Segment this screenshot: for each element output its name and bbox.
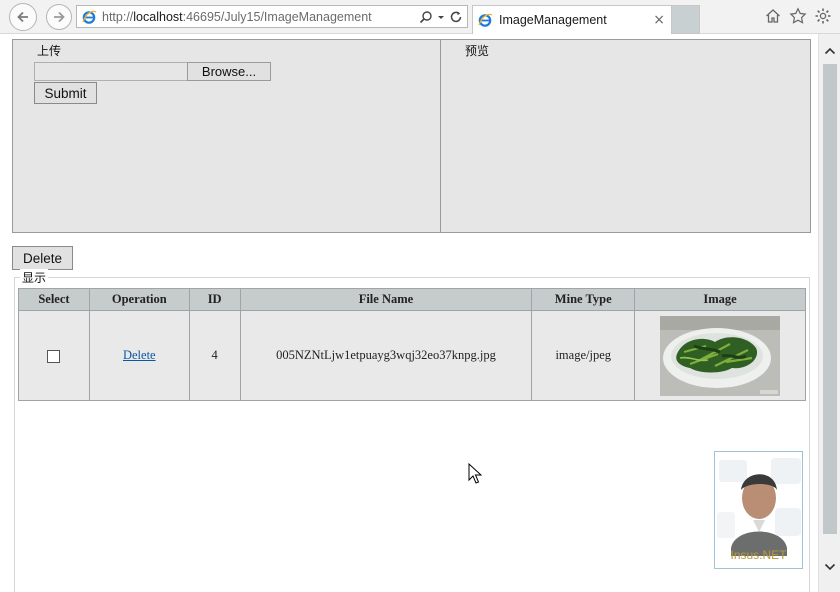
url-text[interactable]: http://localhost:46695/July15/ImageManag… (102, 10, 372, 24)
column-header-select: Select (18, 288, 90, 311)
column-header-image: Image (634, 288, 806, 311)
table-row: Delete 4 005NZNtLjw1etpuayg3wqj32eo37knp… (18, 310, 806, 401)
vertical-scrollbar[interactable] (818, 34, 840, 592)
scrollbar-thumb[interactable] (823, 64, 837, 534)
file-path-field[interactable] (34, 62, 187, 81)
gear-icon[interactable] (813, 6, 832, 25)
upload-panel-title: 上传 (37, 44, 62, 58)
home-icon[interactable] (763, 6, 782, 25)
dropdown-icon[interactable] (437, 10, 445, 24)
back-arrow-icon (17, 11, 28, 23)
operation-cell: Delete (88, 310, 190, 401)
image-grid: Select Operation ID File Name Mine Type … (18, 288, 806, 401)
scroll-down-icon[interactable] (819, 556, 840, 578)
search-icon[interactable] (419, 10, 433, 24)
preview-panel: 预览 (440, 39, 811, 233)
preview-panel-title: 预览 (465, 44, 490, 58)
display-section-title: 显示 (20, 269, 49, 286)
grid-header-row: Select Operation ID File Name Mine Type … (18, 288, 806, 311)
tab-title: ImageManagement (499, 13, 607, 27)
file-input[interactable]: Browse... (34, 62, 271, 81)
watermark-badge: Insus.NET (714, 451, 803, 569)
plate-of-greens-thumbnail (660, 315, 781, 396)
ie-logo-icon (478, 13, 493, 27)
refresh-icon[interactable] (449, 10, 463, 24)
row-delete-link[interactable]: Delete (123, 348, 156, 362)
upload-panel: 上传 Browse... Submit (12, 39, 441, 233)
back-button[interactable] (9, 3, 37, 31)
mouse-cursor-icon (468, 463, 482, 484)
browse-button[interactable]: Browse... (187, 62, 271, 81)
browser-chrome: http://localhost:46695/July15/ImageManag… (0, 0, 840, 34)
delete-button[interactable]: Delete (12, 246, 73, 270)
id-cell: 4 (188, 310, 241, 401)
scroll-up-icon[interactable] (819, 40, 840, 62)
file-name-cell: 005NZNtLjw1etpuayg3wqj32eo37knpg.jpg (239, 310, 533, 401)
star-icon[interactable] (788, 6, 807, 25)
forward-button[interactable] (46, 4, 72, 30)
column-header-mime-type: Mine Type (531, 288, 636, 311)
column-header-id: ID (188, 288, 241, 311)
row-select-checkbox[interactable] (47, 349, 61, 363)
select-cell (18, 310, 90, 401)
watermark-label: Insus.NET (730, 548, 787, 562)
ie-logo-icon (82, 10, 97, 24)
close-tab-icon[interactable]: × (653, 12, 665, 28)
submit-button[interactable]: Submit (34, 82, 97, 104)
image-cell (634, 310, 806, 401)
column-header-file-name: File Name (239, 288, 533, 311)
address-bar[interactable]: http://localhost:46695/July15/ImageManag… (76, 5, 468, 28)
new-tab-button[interactable] (672, 5, 700, 34)
column-header-operation: Operation (88, 288, 190, 311)
mime-type-cell: image/jpeg (531, 310, 636, 401)
forward-arrow-icon (54, 11, 65, 23)
browser-tab[interactable]: ImageManagement × (472, 5, 672, 34)
